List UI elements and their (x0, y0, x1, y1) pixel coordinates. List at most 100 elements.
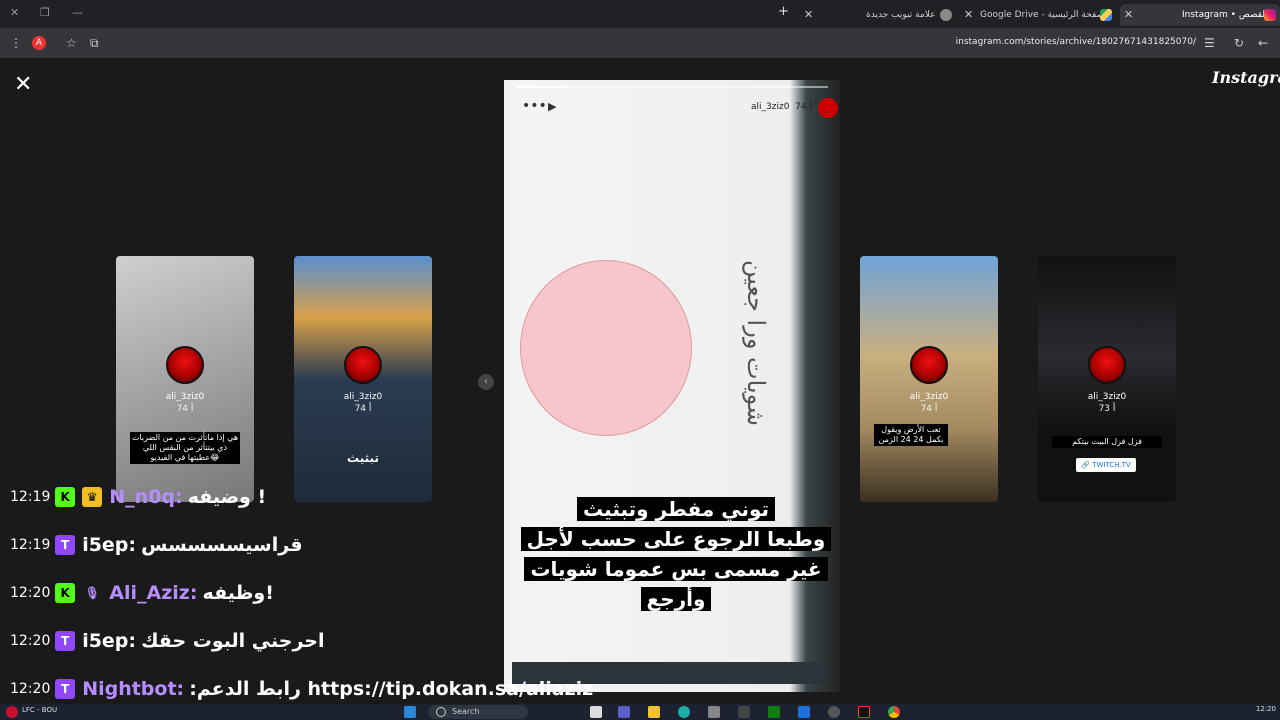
card-age: 74 أ (920, 404, 938, 414)
folder-icon[interactable] (648, 706, 660, 718)
reload-icon[interactable]: ↻ (1234, 36, 1244, 50)
tab-new-tab[interactable]: ✕ علامة تبويب جديدة (800, 4, 955, 26)
handwritten-text: شويات ورا جعين (742, 260, 770, 427)
chat-text: :رابط الدعم https://tip.dokan.sa/aliaziz (189, 678, 594, 700)
kick-badge-icon: K (55, 487, 76, 507)
chat-message: 12:20 K 🎙 Ali_Aziz: وظيفه! (10, 582, 274, 606)
chat-username: i5ep: (82, 630, 137, 652)
chat-username: Nightbot: (82, 678, 185, 700)
avatar (166, 346, 204, 384)
restore-window-icon[interactable]: ❐ (40, 6, 50, 19)
close-tab-icon[interactable]: ✕ (1124, 4, 1133, 26)
lfc-icon (6, 706, 18, 718)
windows-taskbar: LFC - BOU Search 12:20 (0, 704, 1280, 720)
install-app-icon[interactable]: ⧉ (90, 36, 99, 51)
story-card[interactable]: ali_3ziz0 74 أ هي إذا ماتأثرت من من الضر… (116, 256, 254, 502)
chat-time: 12:19 (10, 537, 51, 553)
subtitle-line: وأرجع (640, 587, 712, 611)
play-icon[interactable]: ▶ (548, 100, 556, 113)
story-username-text: ali_3ziz0 (751, 102, 790, 112)
previous-story-button[interactable]: ‹ (478, 374, 494, 390)
bookmark-star-icon[interactable]: ☆ (66, 36, 77, 50)
file-icon[interactable] (590, 706, 602, 718)
card-age: 73 أ (1098, 404, 1116, 414)
browser-tab-bar: ✕ ❐ — + ✕ علامة تبويب جديدة ✕ Google Dri… (0, 0, 1280, 28)
chat-text: قراسيسسسسس (141, 534, 303, 556)
close-tab-icon[interactable]: ✕ (964, 4, 973, 26)
chat-message: 12:19 K ♛ N_n0q: وضيفه ! (10, 486, 266, 510)
edge-icon[interactable] (678, 706, 690, 718)
twitch-badge-icon: T (55, 679, 76, 699)
story-card[interactable]: ali_3ziz0 73 أ فزل فزل البيت بيتكم 🔗 TWI… (1038, 256, 1176, 502)
twitch-link-sticker[interactable]: 🔗 TWITCH.TV (1076, 458, 1136, 472)
card-age: 74 أ (354, 404, 372, 414)
story-avatar[interactable] (818, 98, 838, 118)
globe-icon (940, 9, 952, 21)
story-card[interactable]: ali_3ziz0 74 أ تبثيث (294, 256, 432, 502)
avatar (1088, 346, 1126, 384)
tab-google-drive[interactable]: ✕ Google Drive - الصفحة الرئيسية (960, 4, 1115, 26)
instagram-logo[interactable]: Instagram (1212, 68, 1280, 87)
tab-instagram[interactable]: ✕ Instagram • القصص (1120, 4, 1280, 26)
subtitle-line: توني مفطر وتبثيث (576, 497, 776, 521)
chat-time: 12:19 (10, 489, 51, 505)
card-caption: تبثيث (347, 451, 379, 465)
story-progress-fill (516, 86, 566, 88)
xbox-icon[interactable] (768, 706, 780, 718)
chat-username: i5ep: (82, 534, 137, 556)
kick-badge-icon: K (55, 583, 76, 603)
menu-dots-icon[interactable]: ⋮ (10, 36, 22, 50)
url-field[interactable]: instagram.com/stories/archive/1802767143… (956, 37, 1196, 47)
search-icon (436, 707, 446, 717)
new-tab-button[interactable]: + (778, 4, 789, 19)
close-window-icon[interactable]: ✕ (10, 6, 19, 19)
avatar (344, 346, 382, 384)
tab-title: Google Drive - الصفحة الرئيسية (980, 10, 1110, 20)
steam-icon[interactable] (828, 706, 840, 718)
story-age: 74 أ (795, 102, 812, 112)
story-card[interactable]: ali_3ziz0 74 أ تعب الأرض ويقول بكمل 24 2… (860, 256, 998, 502)
chat-message: 12:20 T i5ep: احرجني البوت حقك (10, 630, 325, 654)
chat-username: Ali_Aziz: (109, 582, 198, 604)
subtitle-line: غير مسمى بس عموما شويات (524, 557, 828, 581)
teams-icon[interactable] (618, 706, 630, 718)
active-story[interactable]: ••• ▶ ali_3ziz0 74 أ شويات ورا جعين توني… (504, 80, 840, 692)
windows-start-icon[interactable] (404, 706, 416, 718)
site-settings-icon[interactable]: ☰ (1204, 36, 1215, 50)
stories-viewer: ✕ Instagram ali_3ziz0 74 أ هي إذا ماتأثر… (0, 58, 1280, 704)
app-icon[interactable] (798, 706, 810, 718)
pink-blob-drawing (520, 260, 692, 436)
tab-title: علامة تبويب جديدة (866, 10, 936, 20)
chat-time: 12:20 (10, 585, 51, 601)
chat-time: 12:20 (10, 681, 51, 697)
card-caption: تعب الأرض ويقول بكمل 24 24 الزمن (874, 424, 948, 446)
chat-time: 12:20 (10, 633, 51, 649)
chat-username: N_n0q: (109, 486, 183, 508)
close-stories-button[interactable]: ✕ (14, 72, 32, 97)
chrome-icon[interactable] (888, 706, 900, 718)
story-progress-bar (516, 86, 828, 88)
close-tab-icon[interactable]: ✕ (804, 4, 813, 26)
widget-scores[interactable]: LFC - BOU (22, 706, 57, 714)
card-username: ali_3ziz0 (909, 392, 949, 402)
back-arrow-icon[interactable]: ← (1258, 36, 1268, 50)
extension-icon[interactable]: A (32, 36, 46, 50)
chat-message: 12:20 T Nightbot: :رابط الدعم https://ti… (10, 678, 593, 702)
screen: ✕ ❐ — + ✕ علامة تبويب جديدة ✕ Google Dri… (0, 0, 1280, 720)
twitch-badge-icon: T (55, 631, 76, 651)
microphone-badge-icon: 🎙 (84, 586, 100, 600)
tiktok-icon[interactable] (858, 706, 870, 718)
chat-message: 12:19 T i5ep: قراسيسسسسس (10, 534, 303, 558)
app-icon[interactable] (738, 706, 750, 718)
card-username: ali_3ziz0 (1087, 392, 1127, 402)
taskbar-clock[interactable]: 12:20 (1256, 705, 1276, 713)
more-options-icon[interactable]: ••• (522, 98, 547, 114)
instagram-icon (1264, 9, 1276, 21)
subtitle-line: وطبعا الرجوع على حسب لأجل (520, 527, 832, 551)
card-age: 74 أ (176, 404, 194, 414)
story-username[interactable]: ali_3ziz0 74 أ (751, 102, 812, 112)
chat-text: وضيفه ! (187, 486, 267, 508)
minimize-window-icon[interactable]: — (72, 6, 83, 19)
twitch-badge-icon: T (55, 535, 76, 555)
store-icon[interactable] (708, 706, 720, 718)
